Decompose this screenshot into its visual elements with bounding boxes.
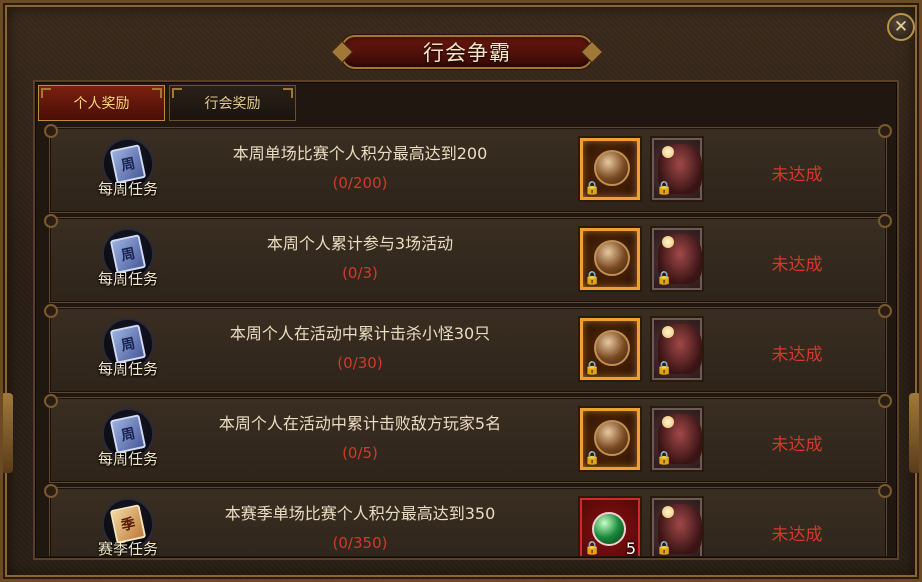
task-row: 周 每周任务 本周个人在活动中累计击败敌方玩家5名 (0/5) 🔒 🔒 未达成 xyxy=(44,394,892,483)
medal-card: 周 xyxy=(109,414,147,454)
task-type-badge: 周 每周任务 xyxy=(94,408,162,476)
task-list[interactable]: 周 每周任务 本周单场比赛个人积分最高达到200 (0/200) 🔒 🔒 未达成 xyxy=(41,123,893,556)
lock-icon: 🔒 xyxy=(656,451,673,466)
task-description: 本周个人在活动中累计击杀小怪30只 xyxy=(229,324,491,343)
task-description: 本赛季单场比赛个人积分最高达到350 xyxy=(224,504,496,523)
task-progress: (0/350) xyxy=(332,534,388,552)
task-status: 未达成 xyxy=(771,435,823,455)
task-description: 本周个人在活动中累计击败敌方玩家5名 xyxy=(218,414,502,433)
lock-icon: 🔒 xyxy=(656,271,673,286)
task-info: 本周个人在活动中累计击败敌方玩家5名 (0/5) xyxy=(160,412,560,462)
medal-card: 周 xyxy=(109,234,147,274)
task-row: 周 每周任务 本周个人在活动中累计击杀小怪30只 (0/30) 🔒 🔒 未达成 xyxy=(44,304,892,393)
task-description: 本周单场比赛个人积分最高达到200 xyxy=(232,144,488,163)
reward-slot-2[interactable]: 🔒 xyxy=(650,406,704,472)
reward-slot-2[interactable]: 🔒 xyxy=(650,316,704,382)
task-info: 本周单场比赛个人积分最高达到200 (0/200) xyxy=(160,142,560,192)
lock-icon: 🔒 xyxy=(584,541,601,556)
lock-icon: 🔒 xyxy=(584,181,601,196)
window-title: 行会争霸 xyxy=(423,41,511,65)
task-info: 本周个人在活动中累计击杀小怪30只 (0/30) xyxy=(160,322,560,372)
lock-icon: 🔒 xyxy=(656,361,673,376)
task-type-badge: 周 每周任务 xyxy=(94,318,162,386)
close-icon: ✕ xyxy=(893,16,909,37)
reward-slot-2[interactable]: 🔒 xyxy=(650,226,704,292)
reward-slot-2[interactable]: 🔒 xyxy=(650,136,704,202)
task-status: 未达成 xyxy=(771,255,823,275)
task-description: 本周个人累计参与3场活动 xyxy=(266,234,454,253)
guild-war-window: 行会争霸 ✕ 个人奖励 行会奖励 周 每周任务 本周单场比赛个人积分最高达到20… xyxy=(0,0,922,582)
task-info: 本周个人累计参与3场活动 (0/3) xyxy=(160,232,560,282)
task-status: 未达成 xyxy=(771,525,823,545)
medal-card: 周 xyxy=(109,144,147,184)
task-row: 周 每周任务 本周个人累计参与3场活动 (0/3) 🔒 🔒 未达成 xyxy=(44,214,892,303)
reward-slot-1[interactable]: 🔒 xyxy=(578,406,642,472)
reward-slot-1[interactable]: 🔒 xyxy=(578,316,642,382)
task-progress: (0/200) xyxy=(332,174,388,192)
lock-icon: 🔒 xyxy=(656,541,673,556)
medal-card: 周 xyxy=(109,324,147,364)
lock-icon: 🔒 xyxy=(656,181,673,196)
tab-guild-rewards[interactable]: 行会奖励 xyxy=(169,85,296,121)
task-type-badge: 周 每周任务 xyxy=(94,228,162,296)
task-status: 未达成 xyxy=(771,345,823,365)
left-frame-ornament xyxy=(3,393,13,473)
task-status: 未达成 xyxy=(771,165,823,185)
task-progress: (0/3) xyxy=(342,264,378,282)
tab-personal-rewards[interactable]: 个人奖励 xyxy=(38,85,165,121)
lock-icon: 🔒 xyxy=(584,271,601,286)
reward-slot-1[interactable]: 🔒 xyxy=(578,136,642,202)
lock-icon: 🔒 xyxy=(584,451,601,466)
task-row: 周 每周任务 本周单场比赛个人积分最高达到200 (0/200) 🔒 🔒 未达成 xyxy=(44,124,892,213)
reward-slot-1[interactable]: 🔒 xyxy=(578,226,642,292)
lock-icon: 🔒 xyxy=(584,361,601,376)
right-frame-ornament xyxy=(909,393,919,473)
task-info: 本赛季单场比赛个人积分最高达到350 (0/350) xyxy=(160,502,560,552)
medal-card: 季 xyxy=(109,504,147,544)
tab-bar: 个人奖励 行会奖励 xyxy=(38,85,296,121)
title-banner: 行会争霸 xyxy=(341,35,593,69)
task-row: 季 赛季任务 本赛季单场比赛个人积分最高达到350 (0/350) 🔒 5 🔒 … xyxy=(44,484,892,556)
item-count: 5 xyxy=(625,539,636,556)
reward-slot-2[interactable]: 🔒 xyxy=(650,496,704,556)
task-type-badge: 周 每周任务 xyxy=(94,138,162,206)
task-progress: (0/5) xyxy=(342,444,378,462)
close-button[interactable]: ✕ xyxy=(887,13,915,41)
task-progress: (0/30) xyxy=(337,354,383,372)
task-type-badge: 季 赛季任务 xyxy=(94,498,162,556)
reward-slot-1[interactable]: 🔒 5 xyxy=(578,496,642,556)
